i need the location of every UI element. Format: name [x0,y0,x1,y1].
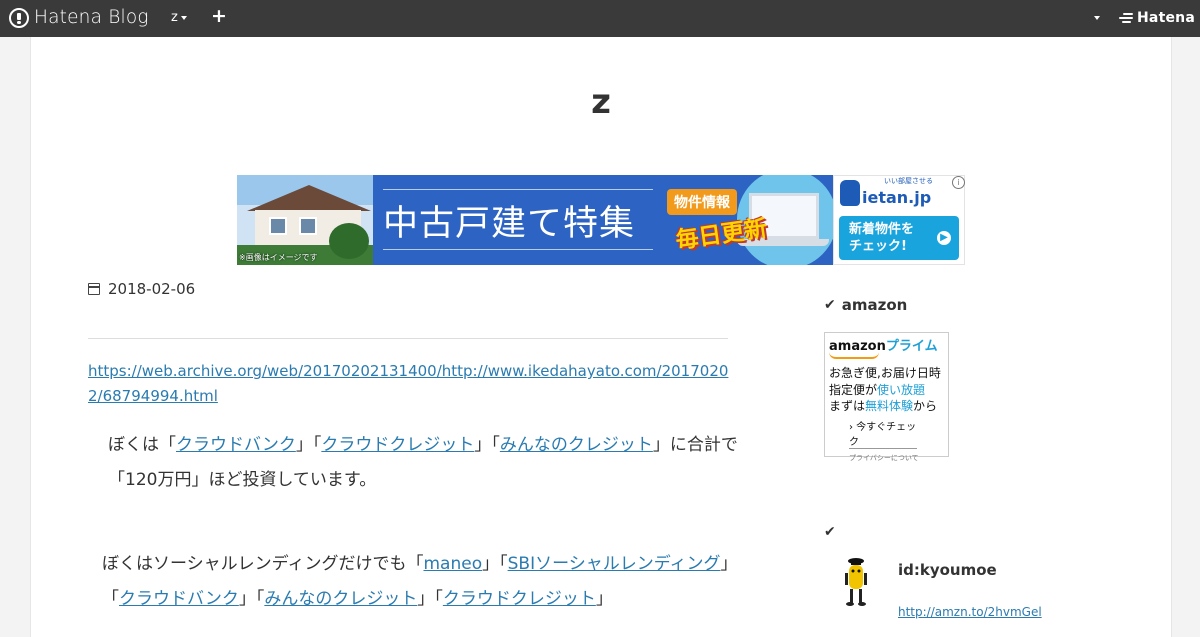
blog-switcher-label: z [171,10,178,25]
text: 指定便が [829,382,878,397]
banner-ad[interactable]: ※画像はイメージです 中古戸建て特集 物件情報 毎日更新 いい部屋させる iet… [237,175,965,265]
hatena-logo-icon [9,7,29,28]
check-icon: ✔ [824,297,836,313]
blog-title[interactable]: z [31,82,1171,122]
blog-page: z ※画像はイメージです 中古戸建て特集 物件情報 毎日更新 いい部屋させる i… [30,37,1172,637]
ad-mascot-icon [840,180,860,206]
ad-side-logo-sub: いい部屋させる [884,177,933,185]
ad-tag: 物件情報 [667,189,737,215]
hatena-link[interactable]: Hatena [1119,10,1195,26]
link-crowdbank[interactable]: クラウドバンク [176,435,296,455]
entry-paragraph-2: ぼくはソーシャルレンディングだけでも「maneo」「SBIソーシャルレンディング… [102,547,742,617]
hatena-blog-logo[interactable]: Hatena Blog [9,7,149,28]
check-icon: ✔ [824,524,836,540]
link-crowdcredit[interactable]: クラウドクレジット [321,435,474,455]
logo-text: Hatena Blog [34,7,149,28]
ad-main-panel[interactable]: ※画像はイメージです 中古戸建て特集 物件情報 毎日更新 [237,175,833,265]
text: 」「 [238,589,265,609]
amz-line-2: 指定便が使い放題 [829,382,945,399]
amz-line-3: まずは無料体験から [829,398,945,415]
profile-link[interactable]: http://amzn.to/2hvmGel [898,605,1042,619]
entry-paragraph-1: ぼくは「クラウドバンク」「クラウドクレジット」「みんなのクレジット」に合計で「1… [108,428,748,498]
link-sbi-social-lending[interactable]: SBIソーシャルレンディング [508,554,721,574]
link-minnanocredit[interactable]: みんなのクレジット [500,435,653,455]
text: 無料体験 [865,399,914,413]
sidebar-heading-profile: ✔ [824,524,842,540]
calendar-icon [88,283,100,295]
blog-switcher[interactable]: z [171,10,187,25]
text: 」「 [474,435,500,455]
text: 」 [595,589,613,609]
amazon-prime-ad[interactable]: amazonプライム お急ぎ便,お届け日時 指定便が使い放題 まずは無料体験から… [824,332,949,462]
source-link[interactable]: https://web.archive.org/web/201702021314… [88,359,732,409]
hatena-label: Hatena [1137,10,1195,26]
ad-info-icon[interactable]: i [952,176,965,189]
ad-check-button-label: 新着物件を チェック! [849,222,915,254]
amz-line-1: お急ぎ便,お届け日時 [829,366,941,380]
amazon-logo-text: amazon [829,339,886,354]
ad-image-note: ※画像はイメージです [239,253,318,262]
profile-id[interactable]: id:kyoumoe [898,561,997,579]
caret-down-icon [180,15,187,20]
ad-title: 中古戸建て特集 [383,204,636,244]
text: 」「 [295,435,322,455]
text: 使い放題 [877,382,926,397]
link-crowdbank[interactable]: クラウドバンク [119,589,239,609]
ad-check-button[interactable]: 新着物件を チェック! ▶ [839,216,959,260]
link-crowdcredit[interactable]: クラウドクレジット [443,589,596,609]
ad-side-logo: ietan.jp [862,188,932,207]
sidebar-heading-amazon-text: amazon [841,296,908,314]
text: ぼくはソーシャルレンディングだけでも「 [102,554,424,574]
hatena-bird-icon [1119,12,1135,24]
text: まずは [829,399,866,413]
text: 」「 [417,589,443,609]
entry-divider [88,338,728,339]
text: 」「 [482,554,508,574]
arrow-right-icon: ▶ [937,231,951,245]
user-menu-caret-icon[interactable] [1094,16,1100,20]
ad-side-panel[interactable]: いい部屋させる ietan.jp 新着物件を チェック! ▶ [833,175,965,265]
prime-logo-text: プライム [885,339,938,354]
avatar[interactable] [839,557,873,609]
text: ぼくは「 [108,435,176,455]
text: から [913,399,938,413]
entry-date-text: 2018-02-06 [108,280,196,298]
ad-house-image: ※画像はイメージです [237,175,373,265]
new-post-button[interactable]: + [211,5,227,27]
link-minnanocredit[interactable]: みんなのクレジット [264,589,417,609]
amazon-privacy-link[interactable]: プライバシーについて [849,453,945,463]
sidebar-heading-amazon: ✔ amazon [824,296,907,314]
amazon-check-now-link[interactable]: › 今すぐチェック [849,418,917,449]
global-header: Hatena Blog z + Hatena [0,0,1200,37]
entry-date[interactable]: 2018-02-06 [88,280,195,298]
link-maneo[interactable]: maneo [423,554,482,574]
amazon-prime-logo: amazonプライム [829,339,945,355]
